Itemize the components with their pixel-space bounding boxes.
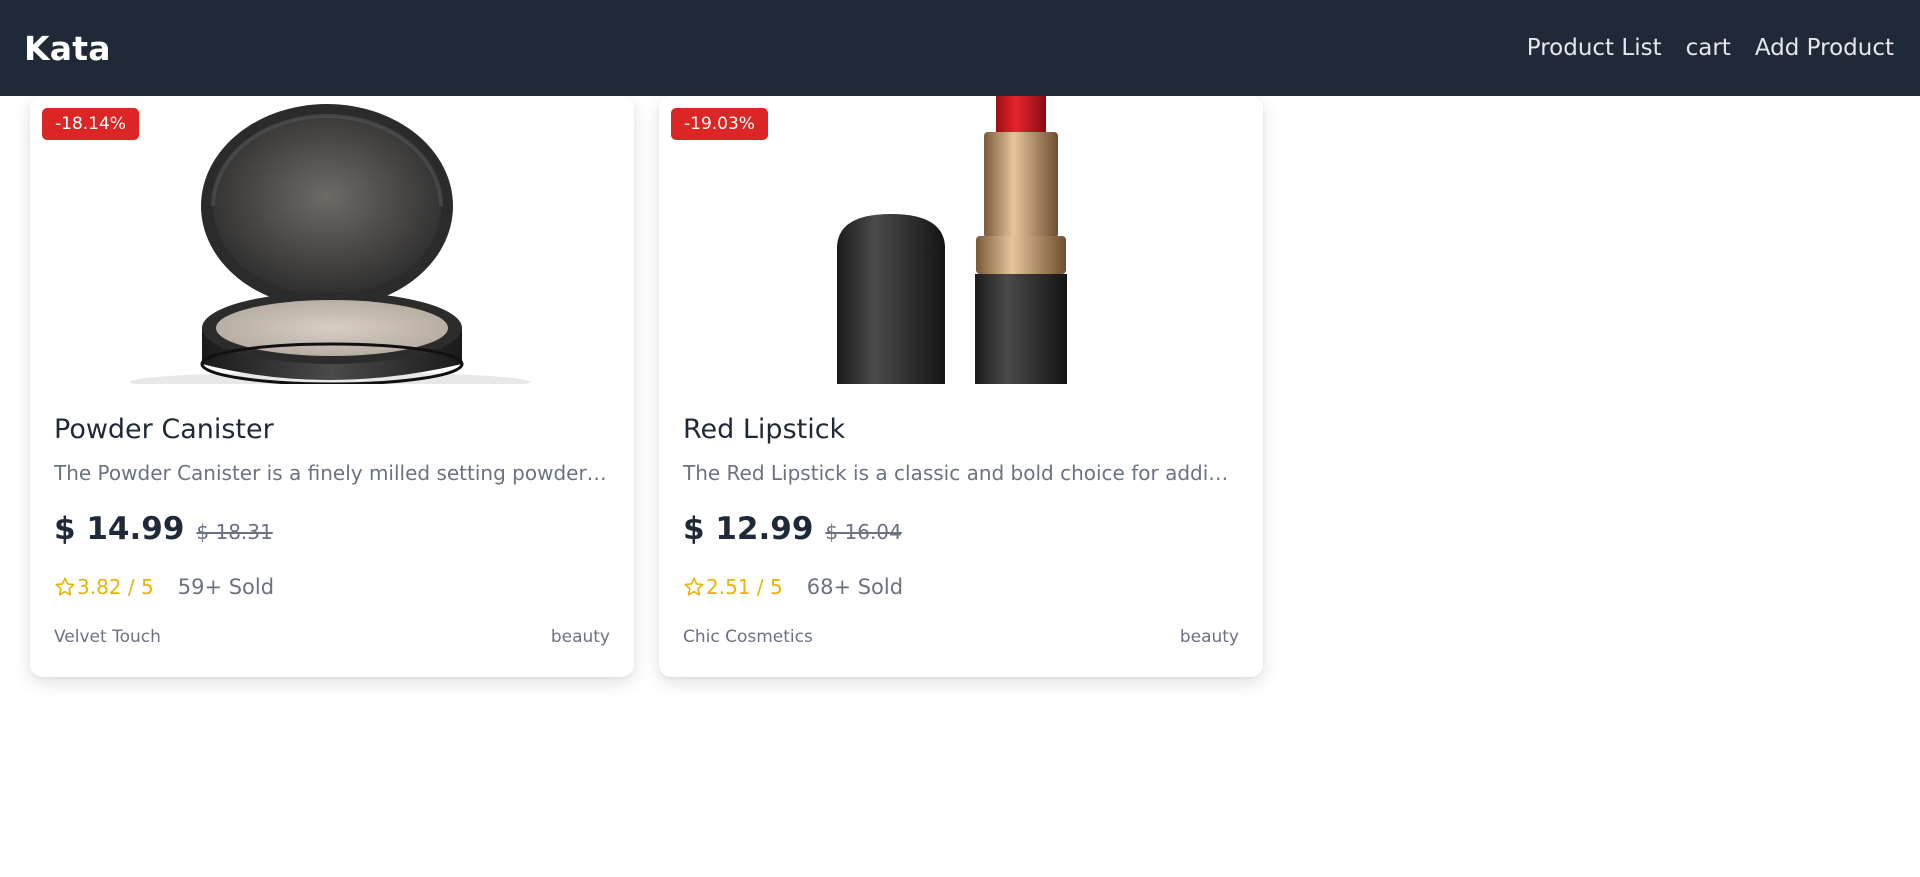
product-image[interactable]: -18.14%: [30, 96, 634, 384]
product-category: beauty: [1179, 627, 1239, 647]
nav-links: Product List cart Add Product: [1527, 35, 1894, 61]
product-title[interactable]: Red Lipstick: [683, 414, 1239, 445]
card-body: Red Lipstick The Red Lipstick is a class…: [659, 414, 1263, 647]
product-card[interactable]: -19.03% Red Lipstick The Red Lipstick is…: [659, 96, 1263, 677]
price-row: $ 14.99 $ 18.31: [54, 511, 610, 547]
sold-count: 59+ Sold: [177, 575, 275, 599]
product-brand: Chic Cosmetics: [683, 627, 813, 647]
product-title[interactable]: Powder Canister: [54, 414, 610, 445]
product-category: beauty: [550, 627, 610, 647]
card-footer: Velvet Touch beauty: [54, 627, 610, 647]
product-brand: Velvet Touch: [54, 627, 161, 647]
rating-value: 2.51 / 5: [706, 575, 783, 599]
rating: 2.51 / 5: [683, 575, 783, 599]
product-card[interactable]: -18.14% Powder Canister The Powder Canis…: [30, 96, 634, 677]
meta-row: 2.51 / 5 68+ Sold: [683, 575, 1239, 599]
rating: 3.82 / 5: [54, 575, 154, 599]
top-navbar: Kata Product List cart Add Product: [0, 0, 1920, 96]
star-icon: [684, 577, 704, 596]
product-grid: -18.14% Powder Canister The Powder Canis…: [30, 96, 1263, 677]
nav-link-product-list[interactable]: Product List: [1527, 35, 1662, 61]
card-footer: Chic Cosmetics beauty: [683, 627, 1239, 647]
current-price: $ 14.99: [54, 511, 185, 547]
nav-link-add-product[interactable]: Add Product: [1755, 35, 1894, 61]
product-description: The Red Lipstick is a classic and bold c…: [683, 461, 1239, 485]
discount-badge: -19.03%: [671, 108, 768, 140]
nav-link-cart[interactable]: cart: [1686, 35, 1731, 61]
discount-badge: -18.14%: [42, 108, 139, 140]
current-price: $ 12.99: [683, 511, 814, 547]
brand-logo[interactable]: Kata: [24, 29, 111, 68]
meta-row: 3.82 / 5 59+ Sold: [54, 575, 610, 599]
original-price: $ 16.04: [825, 520, 902, 544]
sold-count: 68+ Sold: [806, 575, 904, 599]
rating-value: 3.82 / 5: [77, 575, 154, 599]
product-description: The Powder Canister is a finely milled s…: [54, 461, 610, 485]
product-image[interactable]: -19.03%: [659, 96, 1263, 384]
original-price: $ 18.31: [196, 520, 273, 544]
star-icon: [55, 577, 75, 596]
card-body: Powder Canister The Powder Canister is a…: [30, 414, 634, 647]
price-row: $ 12.99 $ 16.04: [683, 511, 1239, 547]
